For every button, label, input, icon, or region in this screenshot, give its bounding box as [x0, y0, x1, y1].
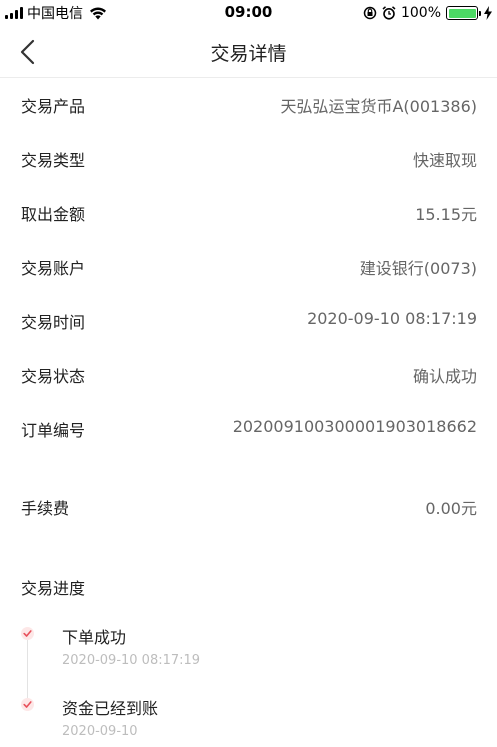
detail-row-amount: 取出金额 15.15元 [0, 197, 497, 227]
detail-row-status: 交易状态 确认成功 [0, 359, 497, 389]
detail-label: 交易产品 [21, 97, 86, 116]
detail-row-account: 交易账户 建设银行(0073) [0, 251, 497, 281]
timeline-step-title: 资金已经到账 [62, 699, 159, 718]
charging-bolt-icon [484, 6, 492, 20]
timeline-step-time: 2020-09-10 08:17:19 [62, 653, 201, 668]
page-title: 交易详情 [210, 43, 287, 65]
detail-value: 建设银行(0073) [359, 259, 477, 278]
detail-row-order-number: 订单编号 202009100300001903018662 [0, 413, 497, 443]
detail-value: 快速取现 [412, 151, 477, 170]
detail-label: 取出金额 [21, 205, 86, 224]
alarm-icon [382, 6, 396, 20]
detail-value: 确认成功 [412, 367, 477, 386]
status-bar-right: 100% [363, 4, 493, 22]
timeline-step-time: 2020-09-10 [62, 724, 138, 739]
check-icon [21, 698, 34, 711]
detail-row-type: 交易类型 快速取现 [0, 143, 497, 173]
timeline-step-title: 下单成功 [62, 628, 127, 647]
detail-label: 交易类型 [21, 151, 86, 170]
check-icon [21, 627, 34, 640]
detail-value: 2020-09-10 08:17:19 [307, 309, 477, 328]
progress-section-title: 交易进度 [21, 579, 86, 598]
detail-value: 天弘弘运宝货币A(001386) [280, 97, 477, 116]
battery-percent: 100% [400, 5, 441, 21]
rotation-lock-icon [363, 6, 377, 20]
detail-label: 交易状态 [21, 367, 86, 386]
nav-bar: 交易详情 [0, 26, 497, 78]
timeline-line [27, 640, 28, 700]
detail-value: 15.15元 [415, 205, 477, 224]
fee-value: 0.00元 [425, 499, 477, 518]
detail-value: 202009100300001903018662 [232, 417, 477, 436]
battery-icon [446, 6, 481, 20]
status-bar: 中国电信 09:00 100% [0, 0, 497, 26]
detail-row-fee: 手续费 0.00元 [0, 491, 497, 521]
detail-row-time: 交易时间 2020-09-10 08:17:19 [0, 305, 497, 335]
detail-label: 交易账户 [21, 259, 86, 278]
detail-label: 订单编号 [21, 421, 86, 440]
fee-label: 手续费 [21, 499, 70, 518]
battery-fill [448, 8, 476, 18]
detail-row-product: 交易产品 天弘弘运宝货币A(001386) [0, 89, 497, 119]
detail-label: 交易时间 [21, 313, 86, 332]
